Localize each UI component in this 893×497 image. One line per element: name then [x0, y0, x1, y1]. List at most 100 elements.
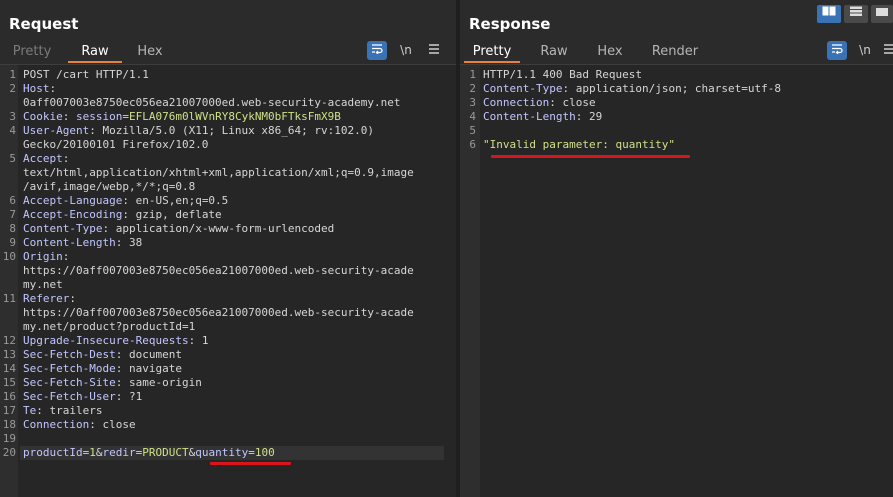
code-token: Content-Length	[23, 236, 116, 249]
code-token: Gecko/20100101 Firefox/102.0	[23, 138, 209, 151]
newline-toggle[interactable]: \n	[396, 41, 416, 60]
code-token: EFLA076m0lWVnRY8CykNM0bFTksFmX9B	[128, 110, 341, 123]
code-token: : ?1	[115, 390, 143, 403]
code-token: : 1	[188, 334, 209, 347]
code-token: =	[122, 110, 129, 123]
code-line: Accept:	[23, 152, 69, 166]
code-token: Content-Length	[483, 110, 576, 123]
code-token: Referer	[23, 292, 70, 305]
hamburger-menu-icon[interactable]	[883, 41, 893, 60]
code-token: : application/json; charset=utf-8	[562, 82, 782, 95]
tab-raw[interactable]: Raw	[68, 41, 122, 63]
code-line: Sec-Fetch-Dest: document	[23, 348, 182, 362]
hamburger-menu-icon[interactable]	[424, 41, 444, 60]
tab-raw[interactable]: Raw	[532, 41, 576, 63]
code-line: Sec-Fetch-User: ?1	[23, 390, 142, 404]
code-token: : navigate	[115, 362, 182, 375]
line-number: 18	[2, 418, 16, 431]
line-number: 3	[469, 96, 476, 109]
code-token: User-Agent	[23, 124, 90, 137]
split-horizontal-icon[interactable]	[817, 5, 841, 23]
code-token: https://0aff007003e8750ec056ea21007000ed…	[23, 264, 414, 277]
code-line: Content-Type: application/json; charset=…	[483, 82, 781, 96]
single-pane-icon[interactable]	[871, 5, 893, 23]
tab-render[interactable]: Render	[646, 41, 704, 63]
line-number: 19	[2, 432, 16, 445]
tab-hex[interactable]: Hex	[590, 41, 630, 63]
wrap-lines-icon[interactable]	[367, 41, 387, 60]
line-number: 6	[469, 138, 476, 151]
line-number: 5	[9, 152, 16, 165]
quantity-underline	[210, 462, 291, 465]
line-number: 1	[9, 68, 16, 81]
code-line: Te: trailers	[23, 404, 102, 418]
code-token: Sec-Fetch-Dest	[23, 348, 116, 361]
code-line: Upgrade-Insecure-Requests: 1	[23, 334, 208, 348]
code-token: 0aff007003e8750ec056ea21007000ed.web-sec…	[23, 96, 401, 109]
code-token: Accept-Encoding	[23, 208, 123, 221]
tab-pretty[interactable]: Pretty	[464, 41, 520, 63]
code-token: text/html,application/xhtml+xml,applicat…	[23, 166, 414, 179]
code-line: my.net/product?productId=1	[23, 320, 195, 334]
response-editor[interactable]: 1 HTTP/1.1 400 Bad Request 2 Content-Type: …	[460, 64, 893, 497]
line-number: 17	[2, 404, 16, 417]
line-number: 9	[9, 236, 16, 249]
code-token: =	[248, 446, 255, 459]
layout-toggle	[817, 5, 893, 23]
line-number: 14	[2, 362, 16, 375]
tab-pretty[interactable]: Pretty	[4, 41, 60, 63]
code-token: PRODUCT	[142, 446, 189, 459]
line-number: 12	[2, 334, 16, 347]
code-token: Connection	[23, 418, 90, 431]
line-number: 10	[2, 250, 16, 263]
wrap-lines-icon[interactable]	[827, 41, 847, 60]
code-line: POST /cart HTTP/1.1	[23, 68, 149, 82]
line-number: 4	[469, 110, 476, 123]
code-token: : application/x-www-form-urlencoded	[102, 222, 335, 235]
split-vertical-icon[interactable]	[844, 5, 868, 23]
code-token: "Invalid parameter: quantity"	[483, 138, 676, 151]
code-token: Sec-Fetch-User	[23, 390, 116, 403]
code-token: : close	[549, 96, 596, 109]
line-number: 4	[9, 124, 16, 137]
code-token: Sec-Fetch-Site	[23, 376, 116, 389]
line-number: 20	[2, 446, 16, 459]
code-token: :	[62, 110, 76, 123]
code-token: :	[62, 250, 70, 263]
code-line: Sec-Fetch-Site: same-origin	[23, 376, 202, 390]
line-number: 16	[2, 390, 16, 403]
code-line: Content-Length: 38	[23, 236, 142, 250]
code-token: : 29	[575, 110, 603, 123]
code-line: productId=1&redir=PRODUCT&quantity=100	[23, 446, 275, 460]
code-line: https://0aff007003e8750ec056ea21007000ed…	[23, 264, 414, 278]
code-token: quantity	[195, 446, 249, 459]
code-line: Host:	[23, 82, 56, 96]
code-line: Content-Type: application/x-www-form-url…	[23, 222, 334, 236]
code-line: "Invalid parameter: quantity"	[483, 138, 675, 152]
code-token: 100	[254, 446, 275, 459]
code-line: /avif,image/webp,*/*;q=0.8	[23, 180, 195, 194]
code-token: Origin	[23, 250, 63, 263]
response-title: Response	[469, 15, 551, 33]
tab-hex[interactable]: Hex	[128, 41, 172, 63]
code-token: Accept-Language	[23, 194, 123, 207]
line-number: 7	[9, 208, 16, 221]
code-token: Cookie	[23, 110, 63, 123]
code-token: Connection	[483, 96, 550, 109]
line-number: 2	[469, 82, 476, 95]
code-token: : 38	[115, 236, 143, 249]
code-line: Accept-Language: en-US,en;q=0.5	[23, 194, 228, 208]
request-editor[interactable]: 1 POST /cart HTTP/1.1 2 Host: 0aff007003e875…	[0, 64, 456, 497]
newline-toggle[interactable]: \n	[855, 41, 875, 60]
code-token: : gzip, deflate	[122, 208, 222, 221]
code-line: Cookie: session=EFLA076m0lWVnRY8CykNM0bF…	[23, 110, 341, 124]
request-tabs: Pretty Raw Hex	[0, 41, 456, 63]
request-title: Request	[9, 15, 79, 33]
code-line: Origin:	[23, 250, 69, 264]
line-number: 2	[9, 82, 16, 95]
code-line: Connection: close	[483, 96, 596, 110]
code-token: Sec-Fetch-Mode	[23, 362, 116, 375]
response-pane: Response Pretty Raw Hex Render \n 1 HTTP/…	[460, 0, 893, 497]
line-number: 8	[9, 222, 16, 235]
line-number: 6	[9, 194, 16, 207]
